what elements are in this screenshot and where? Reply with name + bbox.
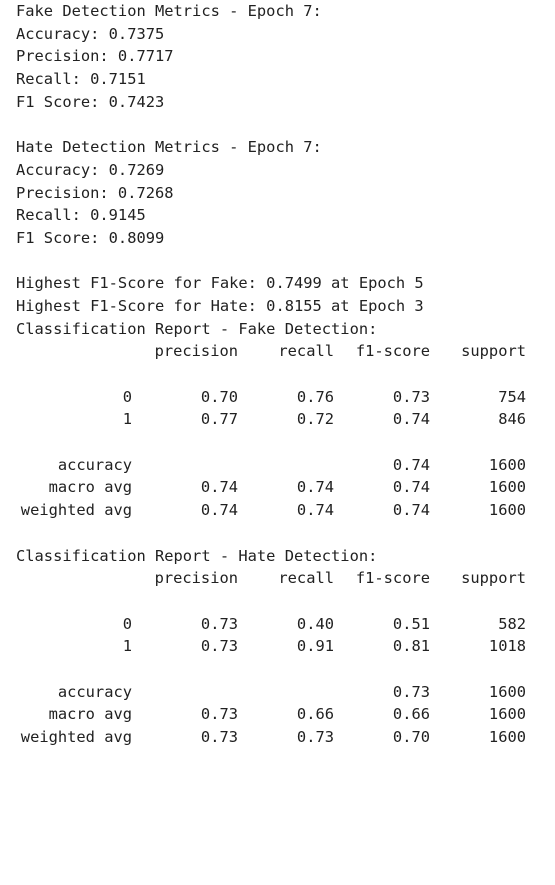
row-label: 1 (122, 410, 132, 429)
row-precision: 0.74 (200, 478, 238, 497)
row-support: 1018 (488, 637, 526, 656)
row-f1: 0.74 (392, 478, 430, 497)
hate-metrics-title: Hate Detection Metrics - Epoch 7: (16, 138, 322, 157)
row-f1: 0.74 (392, 410, 430, 429)
macro-avg-row: macro avg 0.74 0.74 0.74 1600 (16, 476, 546, 499)
row-support: 1600 (488, 478, 526, 497)
header-precision: precision (154, 342, 238, 361)
row-support: 1600 (488, 682, 526, 701)
highest-fake-line: Highest F1-Score for Fake: 0.7499 at Epo… (16, 274, 424, 293)
row-label: weighted avg (20, 501, 132, 520)
row-precision: 0.77 (200, 410, 238, 429)
weighted-avg-row: weighted avg 0.74 0.74 0.74 1600 (16, 499, 546, 522)
row-label: 0 (122, 614, 132, 633)
fake-metrics-title: Fake Detection Metrics - Epoch 7: (16, 2, 322, 20)
hate-f1-line: F1 Score: 0.8099 (16, 228, 165, 247)
row-support: 846 (498, 410, 526, 429)
row-support: 582 (498, 614, 526, 633)
macro-avg-row: macro avg 0.73 0.66 0.66 1600 (16, 703, 546, 726)
table-row: 1 0.77 0.72 0.74 846 (16, 408, 546, 431)
row-recall: 0.72 (296, 410, 334, 429)
row-precision: 0.74 (200, 501, 238, 520)
row-support: 1600 (488, 501, 526, 520)
row-recall: 0.91 (296, 637, 334, 656)
hate-precision-line: Precision: 0.7268 (16, 183, 174, 202)
hate-accuracy-line: Accuracy: 0.7269 (16, 160, 165, 179)
row-recall: 0.74 (296, 478, 334, 497)
row-precision: 0.73 (200, 728, 238, 746)
row-recall: 0.66 (296, 705, 334, 724)
row-precision: 0.73 (200, 614, 238, 633)
hate-report-title: Classification Report - Hate Detection: (16, 546, 378, 565)
row-f1: 0.74 (392, 501, 430, 520)
row-f1: 0.74 (392, 455, 430, 474)
fake-f1-line: F1 Score: 0.7423 (16, 92, 165, 111)
row-support: 1600 (488, 455, 526, 474)
row-f1: 0.70 (392, 728, 430, 746)
row-f1: 0.81 (392, 637, 430, 656)
row-label: accuracy (57, 455, 132, 474)
highest-hate-line: Highest F1-Score for Hate: 0.8155 at Epo… (16, 296, 424, 315)
row-precision: 0.73 (200, 705, 238, 724)
table-row: 0 0.73 0.40 0.51 582 (16, 613, 546, 636)
row-label: weighted avg (20, 728, 132, 746)
row-f1: 0.73 (392, 387, 430, 406)
console-output: Fake Detection Metrics - Epoch 7: Accura… (16, 0, 546, 749)
table-row: 0 0.70 0.76 0.73 754 (16, 386, 546, 409)
row-label: macro avg (48, 478, 132, 497)
row-f1: 0.51 (392, 614, 430, 633)
fake-report-title: Classification Report - Fake Detection: (16, 319, 378, 338)
header-f1: f1-score (355, 342, 430, 361)
table-row: 1 0.73 0.91 0.81 1018 (16, 635, 546, 658)
accuracy-row: accuracy 0.74 1600 (16, 454, 546, 477)
row-precision: 0.73 (200, 637, 238, 656)
row-support: 1600 (488, 705, 526, 724)
row-recall: 0.73 (296, 728, 334, 746)
row-f1: 0.66 (392, 705, 430, 724)
fake-recall-line: Recall: 0.7151 (16, 70, 146, 89)
row-label: 1 (122, 637, 132, 656)
fake-precision-line: Precision: 0.7717 (16, 47, 174, 66)
row-recall: 0.74 (296, 501, 334, 520)
header-f1: f1-score (355, 569, 430, 588)
row-f1: 0.73 (392, 682, 430, 701)
row-label: macro avg (48, 705, 132, 724)
weighted-avg-row: weighted avg 0.73 0.73 0.70 1600 (16, 726, 546, 749)
header-support: support (461, 342, 526, 361)
row-support: 1600 (488, 728, 526, 746)
row-recall: 0.76 (296, 387, 334, 406)
row-support: 754 (498, 387, 526, 406)
hate-recall-line: Recall: 0.9145 (16, 206, 146, 225)
header-recall: recall (278, 569, 334, 588)
header-recall: recall (278, 342, 334, 361)
row-precision: 0.70 (200, 387, 238, 406)
report-header-row: precision recall f1-score support (16, 567, 546, 590)
report-header-row: precision recall f1-score support (16, 340, 546, 363)
header-precision: precision (154, 569, 238, 588)
fake-accuracy-line: Accuracy: 0.7375 (16, 24, 165, 43)
row-recall: 0.40 (296, 614, 334, 633)
header-support: support (461, 569, 526, 588)
row-label: 0 (122, 387, 132, 406)
row-label: accuracy (57, 682, 132, 701)
accuracy-row: accuracy 0.73 1600 (16, 681, 546, 704)
